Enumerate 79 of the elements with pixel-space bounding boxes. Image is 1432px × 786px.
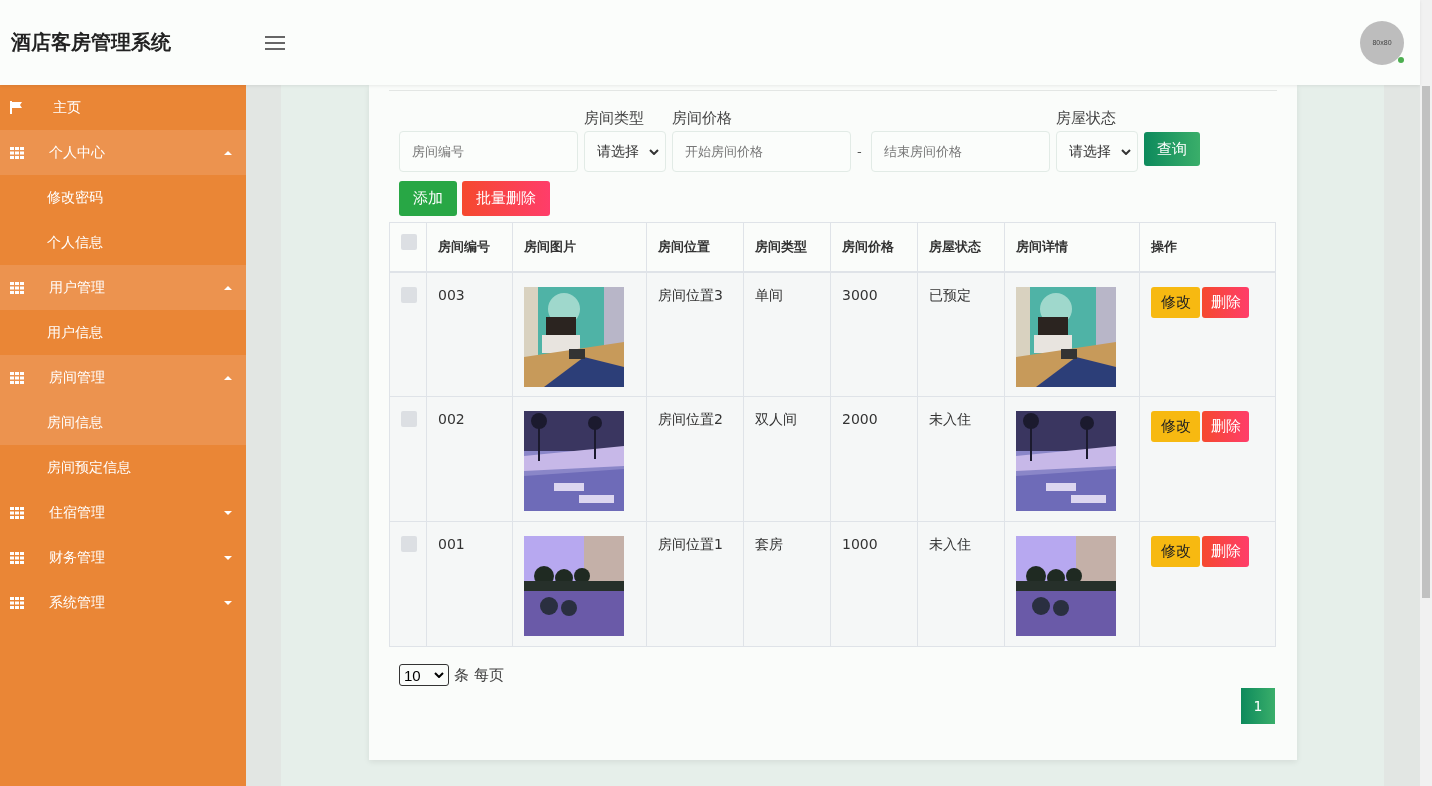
add-button[interactable]: 添加 <box>399 181 457 216</box>
table-cell: 3000 <box>830 271 918 397</box>
grid-icon <box>10 146 24 159</box>
table-cell: 003 <box>426 271 513 397</box>
sidebar-subitem[interactable]: 房间信息 <box>0 400 246 445</box>
grid-icon <box>10 371 24 384</box>
query-button[interactable]: 查询 <box>1144 132 1200 166</box>
table-cell: 套房 <box>743 521 831 647</box>
field-label: 房屋状态 <box>1056 109 1117 129</box>
column-header: 房间价格 <box>830 222 918 272</box>
edit-button[interactable]: 修改 <box>1151 286 1200 318</box>
sidebar-item[interactable]: 个人中心 <box>0 130 246 175</box>
field-label: 房间类型 <box>584 109 645 129</box>
select-all-checkbox[interactable] <box>401 234 417 251</box>
caret-icon <box>224 150 232 155</box>
row-checkbox[interactable] <box>401 286 417 303</box>
caret-icon <box>224 600 232 605</box>
edit-button[interactable]: 修改 <box>1151 536 1200 567</box>
sidebar-subitem[interactable]: 房间预定信息 <box>0 445 246 490</box>
grid-icon <box>10 281 24 294</box>
column-header: 房间类型 <box>743 222 831 272</box>
sidebar-item[interactable]: 主页 <box>0 85 246 130</box>
column-header: 房屋状态 <box>917 222 1005 272</box>
chevron-icon <box>1121 148 1131 155</box>
edit-button[interactable]: 修改 <box>1151 411 1200 442</box>
table-cell: 002 <box>426 396 513 522</box>
sidebar-item[interactable]: 住宿管理 <box>0 490 246 535</box>
sidebar-subitem[interactable]: 用户信息 <box>0 310 246 355</box>
delete-button[interactable]: 删除 <box>1202 411 1249 442</box>
table-cell: 未入住 <box>917 521 1005 647</box>
page-size-select[interactable]: 10 <box>399 664 449 686</box>
sidebar-item[interactable]: 财务管理 <box>0 535 246 580</box>
column-header: 房间详情 <box>1004 222 1140 272</box>
sidebar-subitem[interactable]: 修改密码 <box>0 175 246 220</box>
chevron-icon <box>434 672 444 678</box>
grid-icon <box>10 506 24 519</box>
table-cell: 房间位置3 <box>646 271 744 397</box>
delete-button[interactable]: 删除 <box>1202 286 1249 318</box>
field-label: 房间价格 <box>672 109 733 129</box>
row-checkbox[interactable] <box>401 411 417 427</box>
room-number-field[interactable]: 房间编号 <box>399 131 578 172</box>
sidebar-item[interactable]: 房间管理 <box>0 355 246 400</box>
grid-icon <box>10 596 24 609</box>
range-separator: - <box>857 143 863 161</box>
column-header: 房间图片 <box>512 222 647 272</box>
page-button[interactable]: 1 <box>1241 688 1275 724</box>
grid-icon <box>10 551 24 564</box>
table-cell: 已预定 <box>917 271 1005 397</box>
sidebar-item[interactable]: 用户管理 <box>0 265 246 310</box>
flag-icon <box>10 101 23 114</box>
batch-delete-button[interactable]: 批量删除 <box>462 181 550 216</box>
room-type-select[interactable]: 请选择 <box>584 131 666 172</box>
max-price-field[interactable]: 结束房间价格 <box>871 131 1050 172</box>
table-cell: 未入住 <box>917 396 1005 522</box>
column-header: 房间编号 <box>426 222 513 272</box>
sidebar-subitem[interactable]: 个人信息 <box>0 220 246 265</box>
row-checkbox[interactable] <box>401 536 417 552</box>
table-cell: 双人间 <box>743 396 831 522</box>
table-cell: 2000 <box>830 396 918 522</box>
caret-icon <box>224 510 232 515</box>
table-cell: 单间 <box>743 271 831 397</box>
caret-icon <box>224 285 232 290</box>
menu-icon[interactable] <box>265 35 285 50</box>
table-cell: 001 <box>426 521 513 647</box>
caret-icon <box>224 555 232 560</box>
scrollbar[interactable] <box>1420 0 1432 786</box>
table-cell: 房间位置2 <box>646 396 744 522</box>
page-size-label: 条 每页 <box>454 665 504 685</box>
chevron-icon <box>649 148 659 155</box>
status-select[interactable]: 请选择 <box>1056 131 1138 172</box>
delete-button[interactable]: 删除 <box>1202 536 1249 567</box>
table-cell: 房间位置1 <box>646 521 744 647</box>
column-header: 房间位置 <box>646 222 744 272</box>
min-price-field[interactable]: 开始房间价格 <box>672 131 851 172</box>
sidebar-item[interactable]: 系统管理 <box>0 580 246 625</box>
app-title: 酒店客房管理系统 <box>11 29 172 56</box>
table-cell: 1000 <box>830 521 918 647</box>
column-header: 操作 <box>1139 222 1276 272</box>
caret-icon <box>224 375 232 380</box>
